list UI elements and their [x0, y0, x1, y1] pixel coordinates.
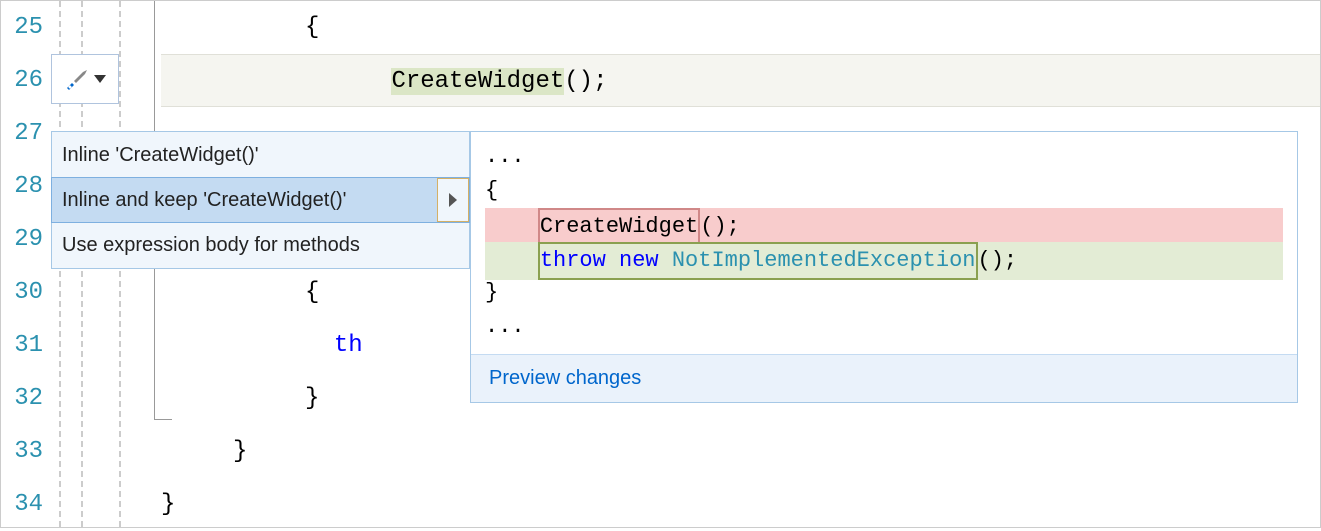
- diff-brace: }: [485, 276, 1283, 310]
- submenu-indicator[interactable]: [437, 178, 469, 222]
- code-line-current: CreateWidget();: [161, 54, 1320, 107]
- quick-action-label: Use expression body for methods: [62, 234, 360, 257]
- diff-added-line: throw new NotImplementedException();: [485, 242, 1283, 280]
- code-line: }: [161, 425, 1320, 478]
- line-number: 30: [1, 266, 43, 319]
- line-number: 34: [1, 478, 43, 531]
- chevron-right-icon: [449, 193, 457, 207]
- quick-action-label: Inline and keep 'CreateWidget()': [62, 189, 346, 212]
- quick-actions-menu: Inline 'CreateWidget()' Inline and keep …: [51, 131, 470, 269]
- line-number: 27: [1, 107, 43, 160]
- preview-pane: ... { CreateWidget(); throw new NotImple…: [470, 131, 1298, 403]
- preview-diff: ... { CreateWidget(); throw new NotImple…: [471, 132, 1297, 354]
- line-number: 28: [1, 160, 43, 213]
- method-name-token: CreateWidget: [391, 68, 564, 95]
- quick-actions-button[interactable]: [51, 54, 119, 104]
- chevron-down-icon: [94, 75, 106, 83]
- quick-action-expression-body[interactable]: Use expression body for methods: [52, 222, 469, 268]
- code-line: }: [161, 478, 1320, 531]
- line-number: 29: [1, 213, 43, 266]
- code-line: {: [161, 1, 1320, 54]
- line-number: 31: [1, 319, 43, 372]
- line-number: 26: [1, 54, 43, 107]
- screwdriver-icon: [64, 67, 88, 91]
- preview-changes-link[interactable]: Preview changes: [471, 354, 1297, 402]
- quick-action-inline[interactable]: Inline 'CreateWidget()': [52, 132, 469, 178]
- line-number-gutter: 25 26 27 28 29 30 31 32 33 34: [1, 1, 51, 527]
- quick-action-label: Inline 'CreateWidget()': [62, 144, 259, 167]
- quick-action-inline-keep[interactable]: Inline and keep 'CreateWidget()': [51, 177, 470, 223]
- line-number: 25: [1, 1, 43, 54]
- line-number: 33: [1, 425, 43, 478]
- diff-ellipsis: ...: [485, 310, 1283, 344]
- diff-ellipsis: ...: [485, 140, 1283, 174]
- line-number: 32: [1, 372, 43, 425]
- diff-brace: {: [485, 174, 1283, 208]
- diff-deleted-line: CreateWidget();: [485, 208, 1283, 246]
